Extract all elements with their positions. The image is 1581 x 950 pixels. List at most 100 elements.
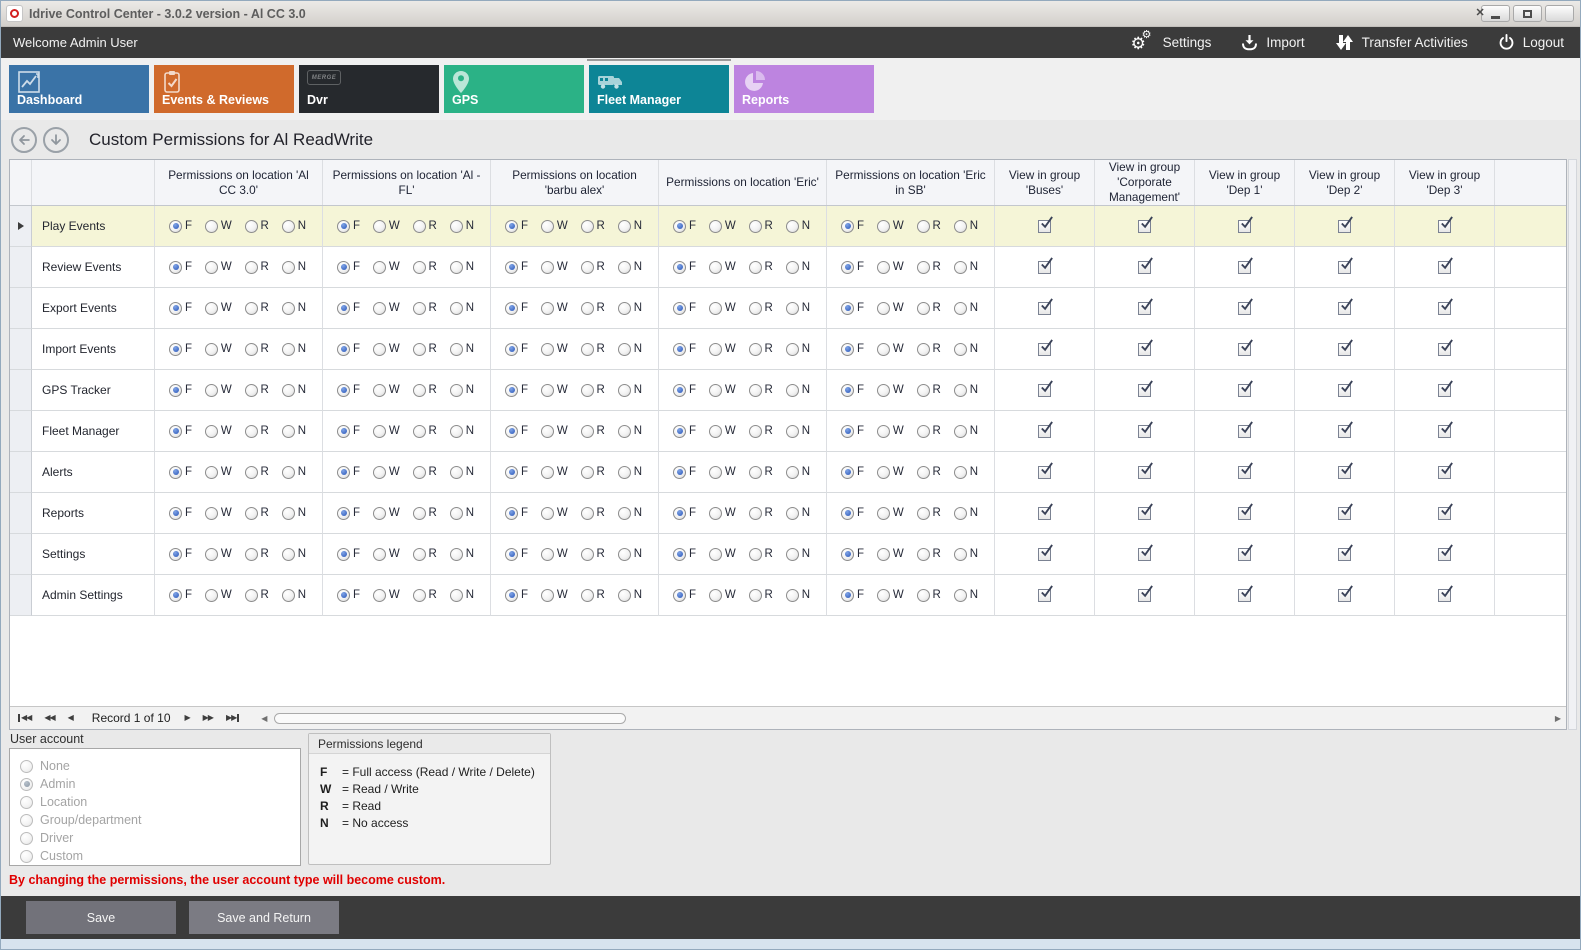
radio-f[interactable]: F: [505, 589, 528, 602]
radio-n[interactable]: N: [450, 343, 474, 356]
radio-n[interactable]: N: [282, 343, 306, 356]
column-header-location[interactable]: Permissions on location 'barbu alex': [491, 160, 659, 205]
radio-r[interactable]: R: [917, 343, 941, 356]
radio-w[interactable]: W: [205, 261, 232, 274]
radio-f[interactable]: F: [169, 302, 192, 315]
checkbox-checked[interactable]: [1338, 589, 1351, 602]
horizontal-scrollbar[interactable]: ◀ ▶: [258, 710, 1564, 727]
radio-n[interactable]: N: [954, 261, 978, 274]
checkbox-checked[interactable]: [1138, 343, 1151, 356]
next-page-icon[interactable]: ▶▶: [203, 714, 213, 722]
radio-r[interactable]: R: [413, 343, 437, 356]
radio-n[interactable]: N: [786, 220, 810, 233]
radio-n[interactable]: N: [282, 220, 306, 233]
radio-w[interactable]: W: [205, 425, 232, 438]
radio-n[interactable]: N: [618, 384, 642, 397]
radio-r[interactable]: R: [749, 343, 773, 356]
radio-w[interactable]: W: [205, 548, 232, 561]
radio-w[interactable]: W: [541, 384, 568, 397]
radio-w[interactable]: W: [541, 548, 568, 561]
radio-w[interactable]: W: [205, 302, 232, 315]
checkbox-checked[interactable]: [1338, 425, 1351, 438]
tab-gps[interactable]: GPS: [444, 65, 584, 113]
radio-n[interactable]: N: [786, 548, 810, 561]
radio-r[interactable]: R: [413, 589, 437, 602]
radio-f[interactable]: F: [673, 507, 696, 520]
radio-n[interactable]: N: [786, 425, 810, 438]
radio-n[interactable]: N: [282, 589, 306, 602]
radio-n[interactable]: N: [618, 261, 642, 274]
radio-r[interactable]: R: [917, 302, 941, 315]
radio-n[interactable]: N: [786, 261, 810, 274]
checkbox-checked[interactable]: [1138, 466, 1151, 479]
checkbox-checked[interactable]: [1238, 425, 1251, 438]
checkbox-checked[interactable]: [1338, 261, 1351, 274]
tab-dvr[interactable]: MERGE Dvr: [299, 65, 439, 113]
radio-f[interactable]: F: [841, 220, 864, 233]
radio-r[interactable]: R: [245, 220, 269, 233]
checkbox-checked[interactable]: [1438, 466, 1451, 479]
radio-w[interactable]: W: [709, 507, 736, 520]
first-record-icon[interactable]: ◀◀: [18, 714, 31, 722]
radio-location[interactable]: Location: [20, 793, 300, 811]
radio-f[interactable]: F: [337, 384, 360, 397]
radio-r[interactable]: R: [917, 220, 941, 233]
radio-n[interactable]: N: [786, 507, 810, 520]
radio-r[interactable]: R: [581, 220, 605, 233]
radio-f[interactable]: F: [673, 302, 696, 315]
radio-f[interactable]: F: [169, 548, 192, 561]
radio-r[interactable]: R: [413, 425, 437, 438]
radio-f[interactable]: F: [169, 220, 192, 233]
radio-n[interactable]: N: [954, 302, 978, 315]
prev-page-icon[interactable]: ◀◀: [44, 714, 54, 722]
radio-r[interactable]: R: [749, 384, 773, 397]
checkbox-checked[interactable]: [1438, 302, 1451, 315]
radio-f[interactable]: F: [337, 220, 360, 233]
checkbox-checked[interactable]: [1338, 302, 1351, 315]
radio-r[interactable]: R: [749, 589, 773, 602]
checkbox-checked[interactable]: [1238, 343, 1251, 356]
radio-f[interactable]: F: [169, 466, 192, 479]
radio-f[interactable]: F: [673, 343, 696, 356]
radio-f[interactable]: F: [337, 343, 360, 356]
radio-f[interactable]: F: [169, 425, 192, 438]
radio-r[interactable]: R: [245, 548, 269, 561]
radio-w[interactable]: W: [877, 425, 904, 438]
checkbox-checked[interactable]: [1138, 425, 1151, 438]
radio-f[interactable]: F: [841, 507, 864, 520]
checkbox-checked[interactable]: [1238, 548, 1251, 561]
checkbox-checked[interactable]: [1038, 261, 1051, 274]
import-button[interactable]: Import: [1241, 34, 1304, 51]
radio-n[interactable]: N: [450, 384, 474, 397]
scroll-left-icon[interactable]: ◀: [258, 714, 270, 723]
radio-w[interactable]: W: [373, 384, 400, 397]
radio-w[interactable]: W: [877, 384, 904, 397]
checkbox-checked[interactable]: [1438, 343, 1451, 356]
radio-w[interactable]: W: [541, 507, 568, 520]
radio-f[interactable]: F: [505, 261, 528, 274]
close-button[interactable]: ✕: [1545, 5, 1574, 22]
radio-n[interactable]: N: [282, 261, 306, 274]
radio-f[interactable]: F: [841, 466, 864, 479]
radio-f[interactable]: F: [505, 384, 528, 397]
radio-f[interactable]: F: [169, 261, 192, 274]
checkbox-checked[interactable]: [1038, 466, 1051, 479]
checkbox-checked[interactable]: [1238, 384, 1251, 397]
down-button[interactable]: [43, 127, 69, 153]
checkbox-checked[interactable]: [1438, 548, 1451, 561]
radio-r[interactable]: R: [413, 466, 437, 479]
radio-f[interactable]: F: [841, 548, 864, 561]
radio-r[interactable]: R: [749, 466, 773, 479]
checkbox-checked[interactable]: [1038, 548, 1051, 561]
radio-n[interactable]: N: [450, 589, 474, 602]
radio-w[interactable]: W: [877, 589, 904, 602]
radio-n[interactable]: N: [954, 425, 978, 438]
checkbox-checked[interactable]: [1138, 589, 1151, 602]
radio-n[interactable]: N: [786, 589, 810, 602]
radio-r[interactable]: R: [581, 425, 605, 438]
radio-r[interactable]: R: [413, 220, 437, 233]
radio-r[interactable]: R: [245, 589, 269, 602]
radio-driver[interactable]: Driver: [20, 829, 300, 847]
radio-f[interactable]: F: [337, 425, 360, 438]
radio-f[interactable]: F: [505, 507, 528, 520]
